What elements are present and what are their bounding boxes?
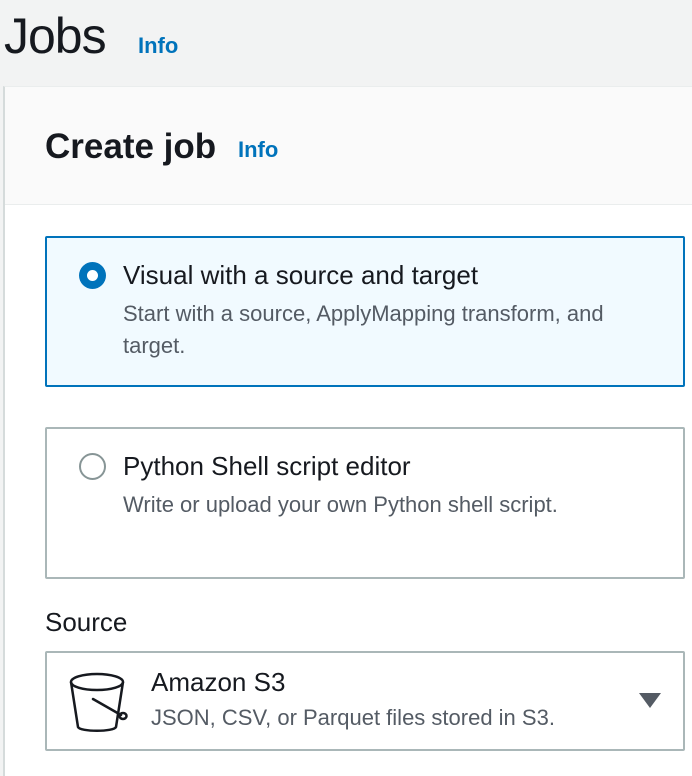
page-info-link[interactable]: Info [138, 33, 178, 59]
radio-button-checked[interactable] [79, 262, 106, 289]
option-description: Write or upload your own Python shell sc… [123, 492, 558, 517]
option-visual-source-target[interactable]: Visual with a source and target Start wi… [45, 236, 685, 387]
bucket-icon [69, 672, 128, 732]
radio-button-unchecked[interactable] [79, 453, 106, 480]
option-label: Visual with a source and target [123, 260, 479, 290]
caret-down-icon[interactable] [639, 693, 661, 708]
page-header: Jobs Info [0, 0, 692, 86]
source-select[interactable]: Amazon S3 JSON, CSV, or Parquet files st… [45, 651, 685, 751]
create-job-title: Create job [45, 127, 217, 166]
option-label: Python Shell script editor [123, 451, 411, 481]
source-option-description: JSON, CSV, or Parquet files stored in S3… [151, 705, 555, 730]
source-label: Source [45, 607, 128, 637]
create-job-header: Create job Info [5, 87, 692, 205]
source-option-label: Amazon S3 [151, 667, 286, 697]
create-job-info-link[interactable]: Info [238, 137, 278, 163]
option-description: Start with a source, ApplyMapping transf… [123, 301, 604, 358]
create-job-panel: Create job Info Visual with a source and… [3, 86, 692, 776]
option-python-shell-editor[interactable]: Python Shell script editor Write or uplo… [45, 427, 685, 579]
page-title: Jobs [4, 8, 107, 64]
